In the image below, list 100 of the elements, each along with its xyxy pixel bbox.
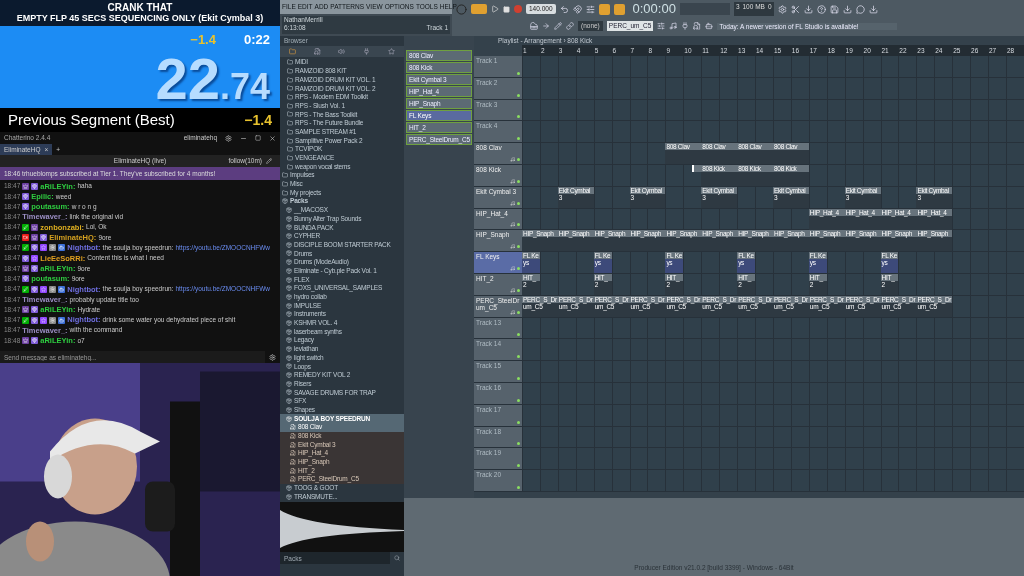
arrow-right-icon[interactable] xyxy=(542,22,550,30)
folder-icon xyxy=(287,111,293,118)
category-title: EMPTY FLP 45 SECS SEQUENCING ONLY (Ekit Cymbal 3) xyxy=(16,13,264,24)
star-icon xyxy=(40,316,48,324)
box-icon xyxy=(286,302,292,309)
robot-icon xyxy=(58,316,66,324)
box-icon xyxy=(286,337,292,344)
box-icon xyxy=(286,328,292,335)
help-icon[interactable] xyxy=(816,4,826,14)
song-time: 0:00:00 xyxy=(632,0,676,19)
folder-icon xyxy=(287,85,293,92)
audio-file-icon xyxy=(290,441,296,448)
robot-icon xyxy=(58,285,66,293)
loop-icon[interactable] xyxy=(613,3,625,15)
folder-icon xyxy=(287,137,293,144)
box-icon xyxy=(286,250,292,257)
file-icon[interactable] xyxy=(313,48,321,55)
gem-icon xyxy=(22,275,30,283)
download-icon[interactable] xyxy=(803,4,813,14)
box-icon xyxy=(286,276,292,283)
main-timer: 22 xyxy=(155,49,220,108)
pattern-clip[interactable] xyxy=(692,165,702,172)
previous-segment-label: Previous Segment (Best) xyxy=(8,109,175,130)
gem-icon xyxy=(31,316,39,324)
settings-icon[interactable] xyxy=(777,4,787,14)
gem-icon xyxy=(31,285,39,293)
gem-icon xyxy=(31,337,39,345)
stop-icon[interactable] xyxy=(503,5,510,13)
note-icon xyxy=(510,287,515,293)
gem-icon xyxy=(31,265,39,272)
star-icon xyxy=(40,244,48,252)
crown-icon xyxy=(22,182,30,190)
download-icon[interactable] xyxy=(868,4,878,14)
star-icon[interactable] xyxy=(388,48,396,55)
note-icon xyxy=(510,265,515,271)
settings-icon[interactable] xyxy=(225,134,232,142)
maximize-icon[interactable] xyxy=(255,135,261,141)
pattern-song-toggle[interactable] xyxy=(471,4,487,14)
plug-icon[interactable] xyxy=(363,48,371,55)
box-icon xyxy=(282,198,288,205)
gear-icon xyxy=(49,285,57,293)
loop-icon[interactable] xyxy=(598,3,610,15)
folder-icon[interactable] xyxy=(288,48,296,55)
link-icon[interactable] xyxy=(566,22,574,30)
folder-icon xyxy=(287,59,293,66)
folder-icon xyxy=(287,163,293,170)
download-icon[interactable] xyxy=(842,4,852,14)
gem-icon xyxy=(31,244,39,252)
gem-icon xyxy=(22,254,30,262)
settings-icon[interactable] xyxy=(269,353,276,361)
folder-icon xyxy=(282,189,288,196)
note-icon xyxy=(510,200,515,206)
gear-icon xyxy=(49,316,57,324)
audio-file-icon xyxy=(290,476,296,483)
star-icon xyxy=(31,254,39,262)
play-icon[interactable] xyxy=(491,5,499,13)
scissors-icon[interactable] xyxy=(790,4,800,14)
gem-icon xyxy=(22,192,30,200)
sliders-icon[interactable] xyxy=(585,4,595,14)
undo-icon[interactable] xyxy=(559,4,569,14)
box-icon xyxy=(286,224,292,231)
gem-icon xyxy=(40,234,48,242)
box-icon xyxy=(286,363,292,370)
audio-file-icon xyxy=(290,467,296,474)
note-icon xyxy=(510,309,515,315)
sword-icon xyxy=(22,244,30,252)
robot-icon xyxy=(58,244,66,252)
gem-icon xyxy=(31,306,39,314)
close-icon[interactable] xyxy=(269,134,276,142)
segment-time: 0:22 xyxy=(243,31,270,49)
pencil-icon[interactable] xyxy=(554,22,562,30)
robot-icon[interactable] xyxy=(705,22,714,30)
star-icon xyxy=(40,285,48,293)
crown-icon xyxy=(31,223,39,231)
crown-icon xyxy=(22,337,30,345)
pencil-icon[interactable] xyxy=(266,158,272,164)
mixer-icon[interactable] xyxy=(657,22,666,30)
gem-icon xyxy=(22,203,30,211)
save-icon[interactable] xyxy=(829,4,839,14)
main-timer-fraction: .74 xyxy=(219,68,270,105)
note-icon xyxy=(510,222,515,228)
search-icon[interactable] xyxy=(394,555,400,562)
knob-icon[interactable] xyxy=(456,3,467,15)
note-icon[interactable] xyxy=(669,22,678,30)
sword-icon xyxy=(22,285,30,293)
box-icon xyxy=(286,389,292,396)
sword-icon xyxy=(22,316,30,324)
plug-icon[interactable] xyxy=(681,22,690,30)
previous-segment-value: −1.4 xyxy=(244,110,272,130)
piano-icon[interactable] xyxy=(530,22,538,30)
note-icon xyxy=(510,244,515,250)
speaker-icon[interactable] xyxy=(338,48,346,55)
game-title: CRANK THAT xyxy=(107,2,173,13)
delta-value: −1.4 xyxy=(190,31,216,49)
gear-icon xyxy=(49,244,57,252)
camera-icon xyxy=(22,234,30,242)
chat-bubble-icon[interactable] xyxy=(855,4,865,14)
note-icon xyxy=(510,157,515,162)
sword-icon xyxy=(22,223,30,231)
crown-icon xyxy=(22,265,30,272)
